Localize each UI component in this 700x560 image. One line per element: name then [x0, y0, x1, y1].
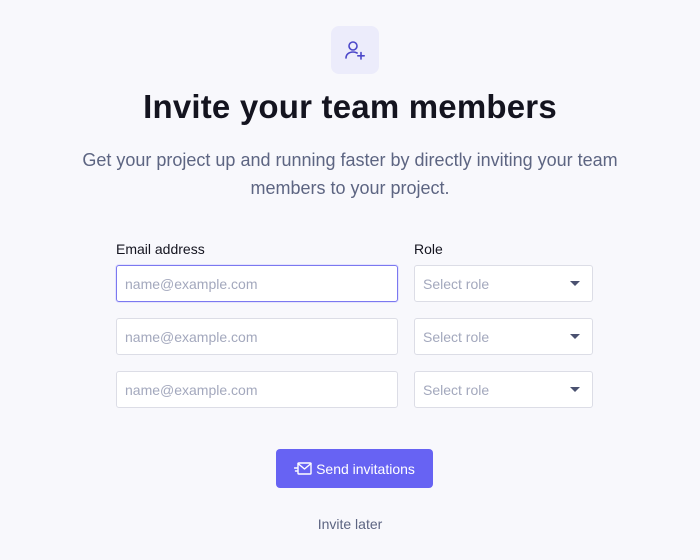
- icon-badge: [331, 26, 379, 74]
- envelope-send-icon: [294, 461, 312, 475]
- invite-later-link[interactable]: Invite later: [0, 516, 700, 532]
- page-subtitle: Get your project up and running faster b…: [82, 150, 618, 198]
- role-select-value: Select role: [423, 275, 490, 292]
- user-plus-icon: [345, 41, 366, 60]
- email-field-1[interactable]: [116, 265, 398, 302]
- page-title: Invite your team members: [143, 88, 557, 125]
- role-select-1[interactable]: Select role: [414, 265, 593, 302]
- send-invitations-label: Send invitations: [316, 460, 415, 477]
- invite-page: Invite your team members Get your projec…: [0, 0, 700, 560]
- chevron-down-icon: [570, 334, 580, 339]
- email-field-2[interactable]: [116, 318, 398, 355]
- send-invitations-button[interactable]: Send invitations: [276, 449, 433, 488]
- chevron-down-icon: [570, 387, 580, 392]
- role-select-value: Select role: [423, 381, 490, 398]
- email-field-3[interactable]: [116, 371, 398, 408]
- role-select-3[interactable]: Select role: [414, 371, 593, 408]
- role-select-value: Select role: [423, 328, 490, 345]
- role-select-2[interactable]: Select role: [414, 318, 593, 355]
- chevron-down-icon: [570, 281, 580, 286]
- role-column-label: Role: [414, 241, 443, 257]
- email-column-label: Email address: [116, 241, 205, 257]
